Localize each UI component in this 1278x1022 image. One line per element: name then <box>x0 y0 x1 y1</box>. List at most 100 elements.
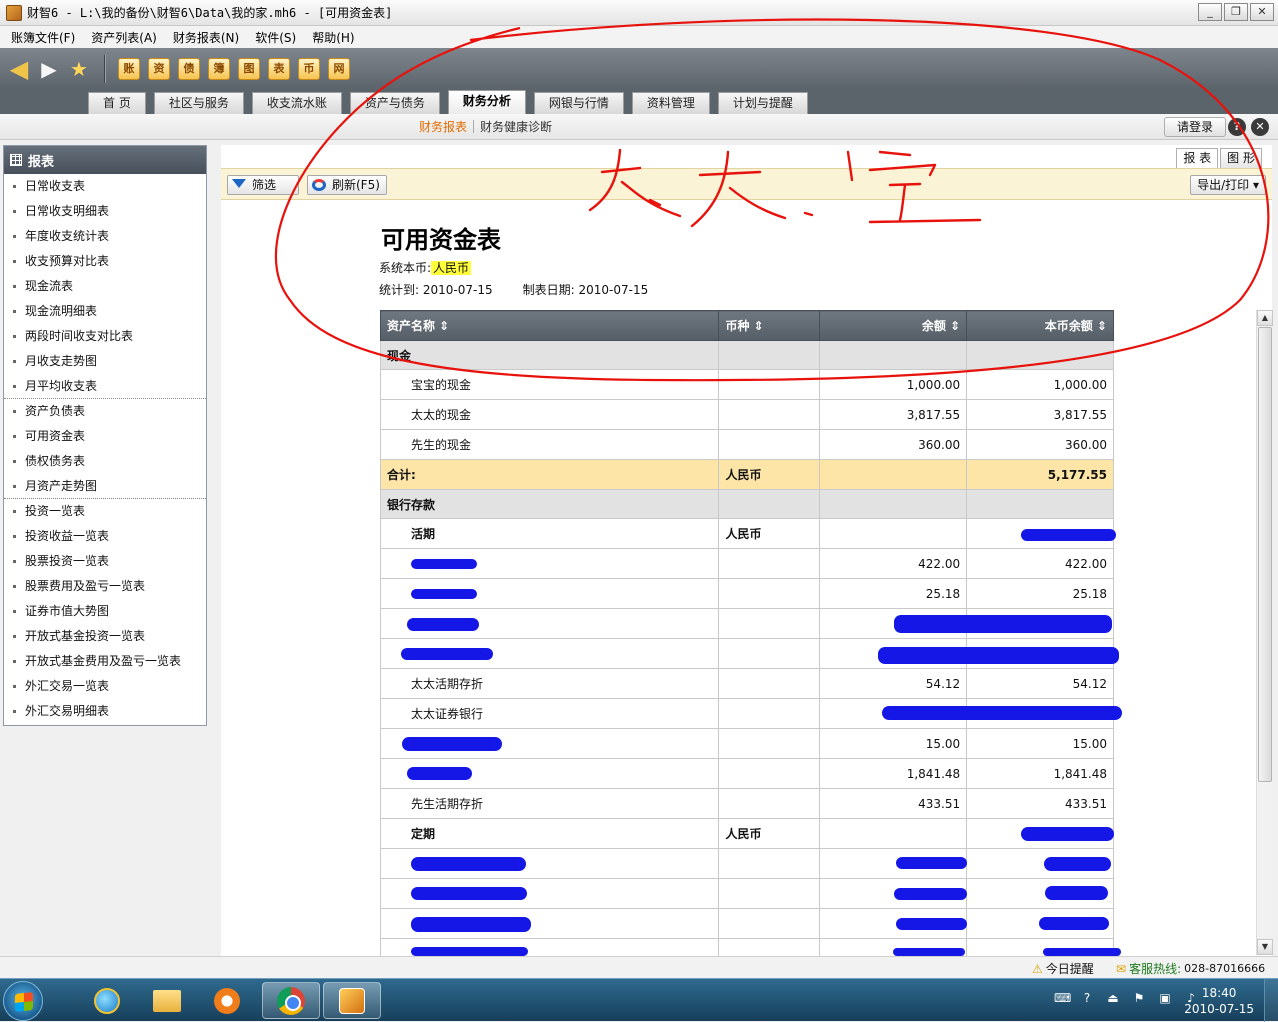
today-reminder[interactable]: ⚠ 今日提醒 <box>1032 960 1094 977</box>
sidebar-title: 报表 <box>28 154 55 170</box>
sidebar-item[interactable]: 股票投资一览表 <box>4 549 206 574</box>
flag-icon[interactable]: ⚑ <box>1132 991 1146 1005</box>
sidebar-item[interactable]: 开放式基金投资一览表 <box>4 624 206 649</box>
menu-help[interactable]: 帮助(H) <box>304 29 362 46</box>
tab-assets-debts[interactable]: 资产与债务 <box>349 92 440 114</box>
favorite-star-icon[interactable]: ★ <box>66 56 92 82</box>
table-row[interactable]: 先生活期存折 433.51 433.51 <box>380 788 1114 819</box>
chart-icon[interactable]: 图 <box>238 58 260 80</box>
column-currency[interactable]: 币种 ⇕ <box>718 310 821 341</box>
table-row[interactable]: 先生的现金 360.00 360.00 <box>380 429 1114 460</box>
tab-report-view[interactable]: 报 表 <box>1176 148 1219 168</box>
tab-cashbook[interactable]: 收支流水账 <box>251 92 342 114</box>
show-desktop-button[interactable] <box>1264 979 1278 1022</box>
cell-base-balance: 15.00 <box>966 728 1114 759</box>
column-base-balance[interactable]: 本币余额 ⇕ <box>966 310 1114 341</box>
column-asset-name[interactable]: 资产名称 ⇕ <box>380 310 720 341</box>
sidebar-item[interactable]: 外汇交易一览表 <box>4 674 206 699</box>
taskbar-chrome[interactable] <box>262 982 320 1019</box>
tab-graph-view[interactable]: 图 形 <box>1220 148 1262 168</box>
sidebar-item[interactable]: 两段时间收支对比表 <box>4 324 206 349</box>
network-icon[interactable]: ▣ <box>1158 991 1172 1005</box>
filter-button[interactable]: 筛选 <box>227 175 299 195</box>
subtab-health-diagnosis[interactable]: 财务健康诊断 <box>474 118 558 135</box>
book-icon[interactable]: 簿 <box>208 58 230 80</box>
menu-assets[interactable]: 资产列表(A) <box>83 29 165 46</box>
assets-icon[interactable]: 资 <box>148 58 170 80</box>
table-row[interactable]: 定期 人民币 <box>380 818 1114 849</box>
taskbar-explorer[interactable] <box>138 982 196 1019</box>
table-row[interactable]: 422.00 422.00 <box>380 548 1114 579</box>
taskbar-caizhi[interactable] <box>323 982 381 1019</box>
sidebar-item[interactable]: 月资产走势图 <box>4 474 206 499</box>
refresh-button[interactable]: 刷新(F5) <box>307 175 387 195</box>
tab-community[interactable]: 社区与服务 <box>153 92 244 114</box>
online-bank-icon[interactable]: 网 <box>328 58 350 80</box>
table-row[interactable]: 1,841.48 1,841.48 <box>380 758 1114 789</box>
sidebar-item[interactable]: 月收支走势图 <box>4 349 206 374</box>
bullet-icon <box>13 685 16 688</box>
table-row[interactable]: 太太活期存折 54.12 54.12 <box>380 668 1114 699</box>
customer-hotline: ✉ 客服热线: 028-87016666 <box>1116 960 1265 977</box>
tab-plans-reminders[interactable]: 计划与提醒 <box>717 92 808 114</box>
currency-icon[interactable]: 币 <box>298 58 320 80</box>
table-row[interactable]: 现金 <box>380 340 1114 370</box>
sidebar-item[interactable]: 债权债务表 <box>4 449 206 474</box>
menu-reports[interactable]: 财务报表(N) <box>165 29 247 46</box>
usb-icon[interactable]: ⏏ <box>1106 991 1120 1005</box>
export-print-button[interactable]: 导出/打印 ▾ <box>1190 175 1266 195</box>
back-arrow-icon[interactable]: ◀ <box>6 55 32 83</box>
table-row[interactable]: 25.18 25.18 <box>380 578 1114 609</box>
debts-icon[interactable]: 债 <box>178 58 200 80</box>
menu-software[interactable]: 软件(S) <box>247 29 304 46</box>
table-row[interactable]: 宝宝的现金 1,000.00 1,000.00 <box>380 369 1114 400</box>
sidebar-item[interactable]: 资产负债表 <box>4 399 206 424</box>
sidebar-item[interactable]: 年度收支统计表 <box>4 224 206 249</box>
sidebar-item[interactable]: 投资一览表 <box>4 499 206 524</box>
table-row[interactable]: 银行存款 <box>380 489 1114 519</box>
scroll-down-arrow-icon[interactable]: ▼ <box>1257 939 1273 955</box>
subtab-financial-reports[interactable]: 财务报表 <box>413 118 473 135</box>
scroll-up-arrow-icon[interactable]: ▲ <box>1257 310 1273 326</box>
sidebar-item[interactable]: 日常收支表 <box>4 174 206 199</box>
sidebar-item[interactable]: 日常收支明细表 <box>4 199 206 224</box>
ledger-icon[interactable]: 账 <box>118 58 140 80</box>
sidebar-item[interactable]: 可用资金表 <box>4 424 206 449</box>
sidebar-item-label: 现金流明细表 <box>25 304 98 318</box>
table-row[interactable]: 合计: 人民币 5,177.55 <box>380 459 1114 490</box>
table-icon[interactable]: 表 <box>268 58 290 80</box>
column-balance[interactable]: 余额 ⇕ <box>819 310 968 341</box>
keyboard-icon[interactable]: ⌨ <box>1054 991 1071 1005</box>
scroll-thumb[interactable] <box>1258 327 1272 782</box>
taskbar-media-player[interactable] <box>198 982 256 1019</box>
start-button[interactable] <box>3 981 43 1021</box>
sidebar-item[interactable]: 证券市值大势图 <box>4 599 206 624</box>
help-tray-icon[interactable]: ? <box>1080 991 1094 1005</box>
forward-arrow-icon[interactable]: ▶ <box>36 56 62 82</box>
help-icon[interactable]: ? <box>1228 118 1246 136</box>
tab-financial-analysis[interactable]: 财务分析 <box>447 90 526 114</box>
sidebar-item[interactable]: 月平均收支表 <box>4 374 206 399</box>
tab-data-management[interactable]: 资料管理 <box>631 92 710 114</box>
sidebar-item[interactable]: 开放式基金费用及盈亏一览表 <box>4 649 206 674</box>
sidebar-item[interactable]: 股票费用及盈亏一览表 <box>4 574 206 599</box>
clock[interactable]: 18:40 2010-07-15 <box>1184 985 1254 1017</box>
sidebar-item[interactable]: 收支预算对比表 <box>4 249 206 274</box>
sidebar-item[interactable]: 投资收益一览表 <box>4 524 206 549</box>
taskbar-ie[interactable] <box>78 982 136 1019</box>
login-button[interactable]: 请登录 <box>1163 117 1226 137</box>
vertical-scrollbar[interactable]: ▲ ▼ <box>1256 310 1273 955</box>
tab-online-banking[interactable]: 网银与行情 <box>533 92 624 114</box>
close-icon[interactable]: ✕ <box>1251 118 1269 136</box>
cell-currency <box>718 908 821 939</box>
sidebar-item[interactable]: 外汇交易明细表 <box>4 699 206 724</box>
table-row[interactable]: 太太的现金 3,817.55 3,817.55 <box>380 399 1114 430</box>
sidebar-item[interactable]: 现金流明细表 <box>4 299 206 324</box>
minimize-button[interactable]: _ <box>1198 3 1222 21</box>
menu-file[interactable]: 账簿文件(F) <box>3 29 83 46</box>
sidebar-item[interactable]: 现金流表 <box>4 274 206 299</box>
restore-button[interactable]: ❐ <box>1224 3 1248 21</box>
close-button[interactable]: ✕ <box>1250 3 1274 21</box>
tab-home[interactable]: 首 页 <box>88 92 146 114</box>
table-row[interactable]: 活期 人民币 <box>380 518 1114 549</box>
